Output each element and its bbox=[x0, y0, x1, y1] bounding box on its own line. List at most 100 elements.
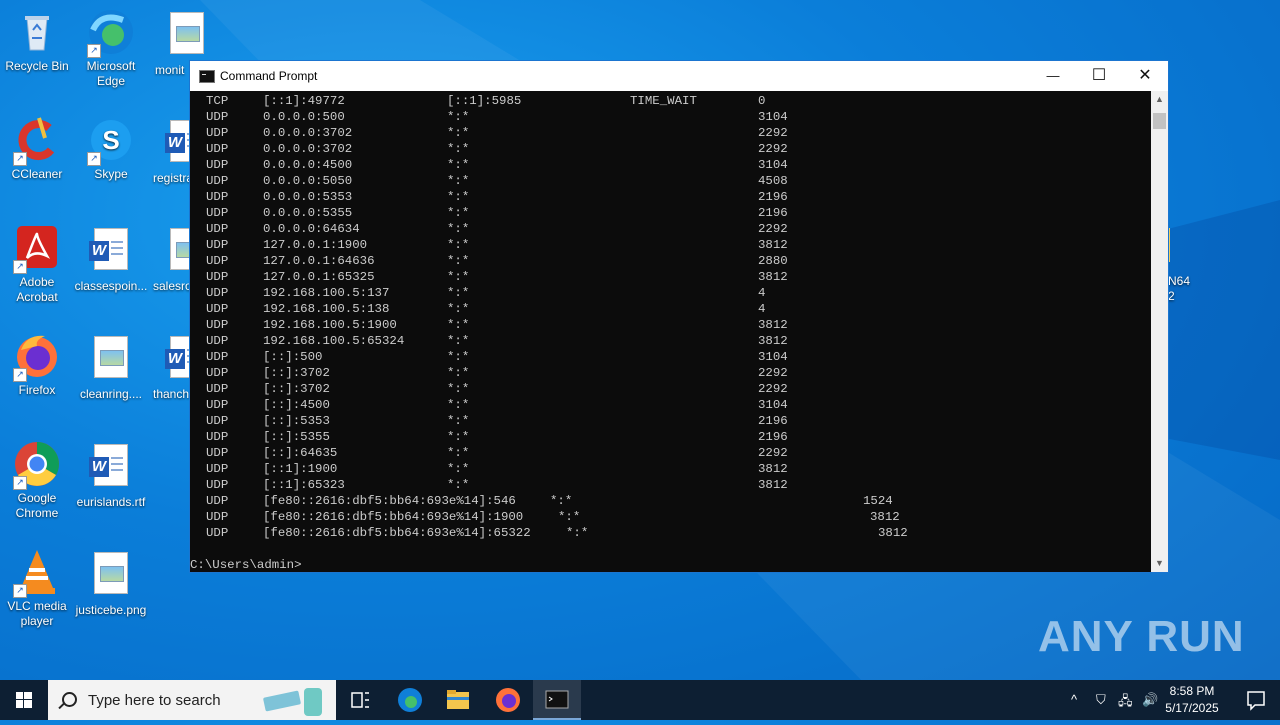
close-button[interactable]: ✕ bbox=[1122, 61, 1168, 91]
console-cell: UDP bbox=[206, 366, 229, 380]
console-cell: [::]:5353 bbox=[263, 414, 330, 428]
cleanring-file[interactable]: cleanring.... bbox=[74, 332, 148, 402]
taskbar-clock[interactable]: 8:58 PM 5/17/2025 bbox=[1152, 683, 1232, 717]
console-cell: 2196 bbox=[758, 430, 788, 444]
console-cell: UDP bbox=[206, 382, 229, 396]
minimize-button[interactable]: — bbox=[1030, 61, 1076, 91]
console-cell: UDP bbox=[206, 286, 229, 300]
console-cell: 3812 bbox=[758, 238, 788, 252]
desktop-icon-label: eurislands.rtf bbox=[76, 495, 146, 509]
console-cell: UDP bbox=[206, 110, 229, 124]
command-prompt-window[interactable]: Command Prompt — ☐ ✕ TCP [::1]:49772 [::1]… bbox=[189, 60, 1169, 573]
firefox-shortcut[interactable]: ↗ Firefox bbox=[0, 332, 74, 398]
shortcut-arrow-icon: ↗ bbox=[13, 584, 27, 598]
cmd-icon bbox=[199, 70, 215, 83]
vertical-scrollbar[interactable]: ▲ ▼ bbox=[1151, 91, 1168, 572]
shortcut-arrow-icon: ↗ bbox=[87, 152, 101, 166]
edge-shortcut[interactable]: ↗ Microsoft Edge bbox=[74, 8, 148, 89]
console-cell: *:* bbox=[447, 174, 470, 188]
scroll-down-icon[interactable]: ▼ bbox=[1151, 555, 1168, 572]
folder-icon bbox=[447, 690, 469, 709]
vlc-icon: ↗ bbox=[13, 548, 61, 598]
taskbar-explorer[interactable] bbox=[434, 680, 482, 720]
maximize-button[interactable]: ☐ bbox=[1076, 61, 1122, 91]
clock-date: 5/17/2025 bbox=[1165, 701, 1219, 715]
console-cell: *:* bbox=[447, 142, 470, 156]
skype-shortcut[interactable]: S ↗ Skype bbox=[74, 116, 148, 182]
task-view-button[interactable] bbox=[336, 680, 384, 720]
taskbar-search[interactable]: Type here to search bbox=[48, 680, 336, 720]
classespoin-file[interactable]: W classespoin... bbox=[74, 224, 148, 294]
taskbar-edge[interactable] bbox=[386, 680, 434, 720]
console-cell: [::1]:65323 bbox=[263, 478, 345, 492]
edge-icon bbox=[398, 688, 422, 712]
shortcut-arrow-icon: ↗ bbox=[87, 44, 101, 58]
console-cell: *:* bbox=[447, 366, 470, 380]
notifications-button[interactable] bbox=[1232, 680, 1280, 720]
console-cell: 4 bbox=[758, 286, 766, 300]
defender-icon[interactable]: ⛉ bbox=[1096, 692, 1106, 708]
console-cell: *:* bbox=[447, 190, 470, 204]
desktop-icon-label: Adobe Acrobat bbox=[16, 275, 58, 304]
desktop-icon-label: CCleaner bbox=[11, 167, 63, 181]
console-cell: UDP bbox=[206, 334, 229, 348]
console-cell: 2196 bbox=[758, 414, 788, 428]
task-view-icon bbox=[351, 692, 369, 708]
desktop-icon-label: classespoin... bbox=[74, 279, 148, 293]
console-cell: UDP bbox=[206, 478, 229, 492]
console-cell: 0.0.0.0:500 bbox=[263, 110, 345, 124]
console-cell: 2292 bbox=[758, 142, 788, 156]
console-cell: 127.0.0.1:64636 bbox=[263, 254, 375, 268]
console-cell: 0.0.0.0:5353 bbox=[263, 190, 353, 204]
show-hidden-icons[interactable]: ^ bbox=[1071, 692, 1077, 707]
console-cell: 3812 bbox=[758, 270, 788, 284]
eurislands-file[interactable]: W eurislands.rtf bbox=[74, 440, 148, 510]
console-cell: UDP bbox=[206, 206, 229, 220]
svg-text:S: S bbox=[102, 125, 119, 155]
console-cell: *:* bbox=[447, 382, 470, 396]
taskbar: Type here to search ^ ⛉ 🖧 🔊 8:58 PM 5/17… bbox=[0, 680, 1280, 720]
desktop-icon-label: Firefox bbox=[18, 383, 56, 397]
console-cell: *:* bbox=[447, 254, 470, 268]
taskbar-firefox[interactable] bbox=[484, 680, 532, 720]
firefox-icon bbox=[496, 688, 520, 712]
command-prompt-line[interactable]: C:\Users\admin> bbox=[190, 557, 302, 572]
vlc-shortcut[interactable]: ↗ VLC media player bbox=[0, 548, 74, 629]
console-cell: UDP bbox=[206, 430, 229, 444]
console-cell: UDP bbox=[206, 446, 229, 460]
recycle-bin-shortcut[interactable]: Recycle Bin bbox=[0, 8, 74, 74]
console-cell: *:* bbox=[447, 158, 470, 172]
console-cell: [::1]:49772 bbox=[263, 94, 345, 108]
console-cell: 192.168.100.5:1900 bbox=[263, 318, 397, 332]
chrome-shortcut[interactable]: ↗ Google Chrome bbox=[0, 440, 74, 521]
console-cell: 2196 bbox=[758, 206, 788, 220]
console-cell: TIME_WAIT bbox=[630, 94, 697, 108]
console-cell: *:* bbox=[447, 462, 470, 476]
console-cell: UDP bbox=[206, 318, 229, 332]
start-button[interactable] bbox=[0, 680, 48, 720]
justicebe-file[interactable]: justicebe.png bbox=[74, 548, 148, 618]
desktop-icon-label: Google Chrome bbox=[15, 491, 59, 520]
acrobat-shortcut[interactable]: ↗ Adobe Acrobat bbox=[0, 224, 74, 305]
console-output[interactable]: TCP [::1]:49772 [::1]:5985 TIME_WAIT 0 UDP 0.0… bbox=[190, 91, 1150, 572]
console-cell: *:* bbox=[447, 318, 470, 332]
console-cell: 127.0.0.1:1900 bbox=[263, 238, 368, 252]
window-titlebar[interactable]: Command Prompt — ☐ ✕ bbox=[190, 61, 1168, 91]
scroll-up-icon[interactable]: ▲ bbox=[1151, 91, 1168, 108]
console-cell: UDP bbox=[206, 302, 229, 316]
console-cell: [fe80::2616:dbf5:bb64:693e%14]:546 bbox=[263, 494, 516, 508]
console-cell: UDP bbox=[206, 222, 229, 236]
console-cell: UDP bbox=[206, 142, 229, 156]
console-cell: UDP bbox=[206, 510, 229, 524]
notification-icon bbox=[1247, 691, 1265, 711]
taskbar-cmd[interactable] bbox=[533, 680, 581, 720]
scrollbar-thumb[interactable] bbox=[1153, 113, 1166, 129]
ccleaner-shortcut[interactable]: ↗ CCleaner bbox=[0, 116, 74, 182]
windows-icon bbox=[16, 692, 32, 708]
firefox-icon: ↗ bbox=[13, 332, 61, 382]
console-cell: 1524 bbox=[863, 494, 893, 508]
console-cell: 3812 bbox=[758, 478, 788, 492]
console-cell: [fe80::2616:dbf5:bb64:693e%14]:65322 bbox=[263, 526, 531, 540]
network-icon[interactable]: 🖧 bbox=[1118, 692, 1133, 714]
console-cell: *:* bbox=[447, 430, 470, 444]
